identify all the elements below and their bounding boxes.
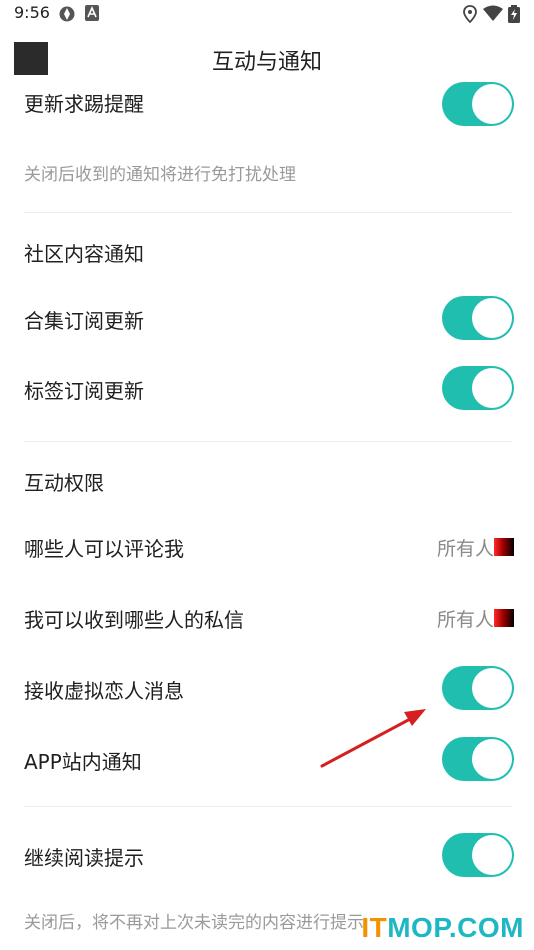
annotation-arrow — [320, 709, 426, 768]
watermark-logo: ITMOP.COM — [361, 912, 524, 943]
